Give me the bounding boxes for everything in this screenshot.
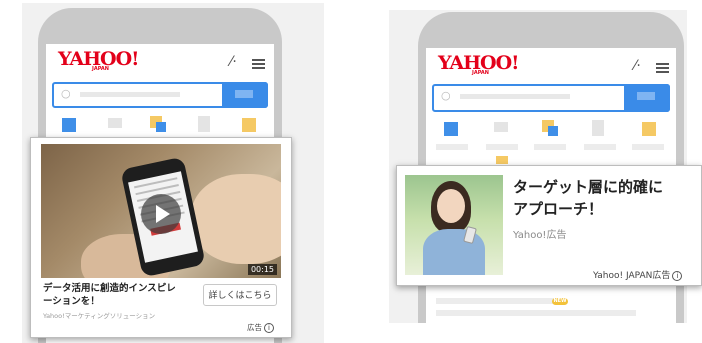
yahoo-logo[interactable]: YAHOO! JAPAN	[58, 50, 139, 72]
service-icon-2[interactable]	[108, 118, 122, 128]
info-icon[interactable]: i	[264, 323, 274, 333]
service-icon-3b	[156, 122, 166, 132]
service-label-5	[632, 144, 664, 150]
hand-image	[191, 174, 281, 264]
new-badge: NEW	[552, 298, 568, 305]
search-input[interactable]: ○	[52, 82, 268, 108]
service-icon-4[interactable]	[198, 116, 210, 132]
service-icon-6[interactable]	[496, 156, 508, 164]
info-icon[interactable]: i	[672, 270, 683, 281]
service-icon-5[interactable]	[642, 122, 656, 136]
ad-sponsor: Yahoo!広告	[513, 230, 567, 241]
service-label-3	[534, 144, 566, 150]
service-label-4	[584, 144, 616, 150]
video-ad-card[interactable]: 00:15 データ活用に創造的インスピレ ーションを！ 詳しくはこちら Yaho…	[30, 137, 292, 338]
ad-video-thumbnail[interactable]: 00:15	[41, 144, 281, 278]
ad-label[interactable]: 広告 i	[247, 322, 274, 333]
feed-line-1	[436, 298, 556, 304]
search-input[interactable]: ○	[432, 84, 670, 112]
magic-wand-icon[interactable]: ⁄·	[230, 54, 237, 70]
search-icon: ○	[61, 87, 71, 100]
ad-photo-woman[interactable]	[405, 175, 503, 275]
service-label-1	[436, 144, 468, 150]
search-button[interactable]	[222, 82, 268, 108]
video-duration: 00:15	[247, 264, 277, 275]
hamburger-menu-icon[interactable]	[252, 57, 265, 71]
service-icon-1[interactable]	[444, 122, 458, 136]
service-label-2	[486, 144, 518, 150]
play-icon[interactable]	[141, 194, 181, 234]
search-placeholder	[80, 92, 180, 97]
service-icon-2[interactable]	[494, 122, 508, 132]
search-icon: ○	[441, 89, 451, 102]
service-icon-1[interactable]	[62, 118, 76, 132]
feed-line-2	[436, 310, 636, 316]
service-icon-3b	[548, 126, 558, 136]
hamburger-menu-icon[interactable]	[656, 61, 669, 75]
service-icon-4[interactable]	[592, 120, 604, 136]
ad-advertiser: Yahoo!マーケティングソリューション	[43, 312, 156, 320]
learn-more-button[interactable]: 詳しくはこちら	[203, 284, 277, 306]
ad-headline: ターゲット層に的確に アプローチ！	[513, 178, 664, 218]
right-mockup: YAHOO! JAPAN ⁄· ○ NEW ターゲット層に的確に アプローチ！ …	[380, 0, 702, 343]
magic-wand-icon[interactable]: ⁄·	[634, 58, 641, 74]
search-placeholder	[460, 94, 570, 99]
image-ad-card[interactable]: ターゲット層に的確に アプローチ！ Yahoo!広告 Yahoo! JAPAN広…	[396, 165, 702, 286]
ad-headline: データ活用に創造的インスピレ ーションを！	[43, 283, 176, 307]
ad-label[interactable]: Yahoo! JAPAN広告 i	[593, 268, 683, 281]
search-button[interactable]	[624, 84, 670, 112]
left-mockup: YAHOO! JAPAN ⁄· ○ 00:15 データ活用に創造的インスピレ ー…	[0, 0, 330, 343]
service-icon-5[interactable]	[242, 118, 256, 132]
yahoo-logo[interactable]: YAHOO! JAPAN	[438, 54, 519, 76]
